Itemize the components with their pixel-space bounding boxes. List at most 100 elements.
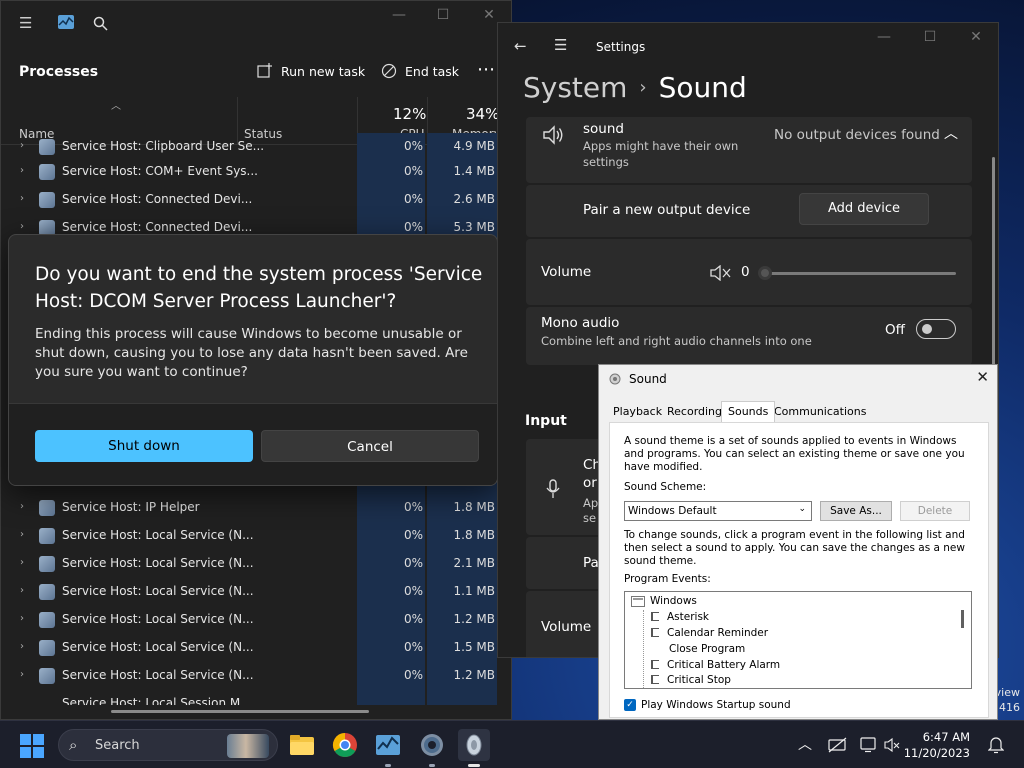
process-memory: 1.2 MB bbox=[427, 606, 497, 634]
close-icon[interactable]: ✕ bbox=[956, 29, 996, 49]
process-name: Service Host: IP Helper bbox=[62, 500, 200, 514]
output-status: No output devices found bbox=[774, 127, 940, 143]
tab-playback[interactable]: Playback bbox=[613, 405, 662, 418]
file-explorer-icon[interactable] bbox=[286, 729, 318, 761]
expand-chevron-icon[interactable]: › bbox=[20, 140, 24, 151]
expand-chevron-icon[interactable]: › bbox=[20, 193, 24, 204]
table-row[interactable]: › Service Host: Local Service (N... 0% 1… bbox=[1, 522, 501, 550]
checkmark-icon: ✓ bbox=[624, 699, 636, 711]
add-device-button[interactable]: Add device bbox=[799, 193, 929, 225]
taskbar-search-box[interactable]: ⌕ Search bbox=[58, 729, 278, 761]
input-device-subtitle-line2: se bbox=[583, 511, 597, 525]
sound-app-taskbar-icon[interactable] bbox=[458, 729, 490, 767]
table-row[interactable]: › Service Host: Local Service (N... 0% 1… bbox=[1, 662, 501, 690]
back-arrow-icon[interactable]: ← bbox=[514, 37, 527, 55]
save-as-button[interactable]: Save As... bbox=[820, 501, 892, 521]
network-disconnected-icon[interactable] bbox=[828, 737, 848, 753]
list-item[interactable]: Critical Battery Alarm bbox=[651, 659, 780, 671]
hamburger-menu-icon[interactable]: ☰ bbox=[19, 14, 32, 32]
expand-chevron-icon[interactable]: › bbox=[20, 221, 24, 232]
expand-chevron-icon[interactable]: › bbox=[20, 529, 24, 540]
list-item[interactable]: Windows bbox=[650, 595, 697, 607]
table-row[interactable]: › Service Host: Clipboard User Se... 0% … bbox=[1, 133, 501, 161]
table-row[interactable]: › Service Host: Local Service (N... 0% 1… bbox=[1, 578, 501, 606]
list-item[interactable]: Asterisk bbox=[651, 611, 709, 623]
maximize-icon[interactable]: ☐ bbox=[423, 7, 463, 27]
system-clock[interactable]: 6:47 AM 11/20/2023 bbox=[890, 729, 970, 761]
expand-chevron-icon[interactable]: › bbox=[20, 669, 24, 680]
maximize-icon[interactable]: ☐ bbox=[910, 29, 950, 49]
tab-recording[interactable]: Recording bbox=[667, 405, 722, 418]
input-device-title-line2: or bbox=[583, 475, 597, 491]
cancel-button[interactable]: Cancel bbox=[261, 430, 479, 462]
vertical-scrollbar[interactable] bbox=[992, 157, 995, 367]
windows-folder-icon bbox=[631, 596, 645, 607]
chevron-up-icon[interactable]: ︿ bbox=[944, 123, 958, 143]
task-manager-taskbar-icon[interactable] bbox=[372, 729, 404, 767]
more-options-icon[interactable]: ⋯ bbox=[477, 59, 495, 80]
list-item[interactable]: Calendar Reminder bbox=[651, 627, 768, 639]
output-device-card[interactable]: sound Apps might have their own settings… bbox=[526, 117, 972, 183]
shut-down-button[interactable]: Shut down bbox=[35, 430, 253, 462]
event-name: Critical Stop bbox=[667, 674, 731, 686]
windows-start-icon[interactable] bbox=[20, 734, 44, 758]
process-memory: 1.8 MB bbox=[427, 494, 497, 522]
display-icon[interactable] bbox=[860, 737, 880, 753]
process-cpu: 0% bbox=[357, 494, 425, 522]
list-item-selected[interactable]: Critical Stop bbox=[651, 674, 731, 686]
table-row[interactable]: Service Host: Local Session M... bbox=[1, 690, 501, 705]
process-cpu: 0% bbox=[357, 186, 425, 214]
running-indicator bbox=[385, 764, 391, 767]
sort-up-icon: ︿ bbox=[111, 101, 121, 112]
expand-chevron-icon[interactable]: › bbox=[20, 165, 24, 176]
volume-slider-track[interactable] bbox=[764, 272, 956, 275]
mono-audio-toggle[interactable] bbox=[916, 319, 956, 339]
process-name: Service Host: Local Service (N... bbox=[62, 612, 254, 626]
process-memory: 1.2 MB bbox=[427, 662, 497, 690]
expand-chevron-icon[interactable]: › bbox=[20, 585, 24, 596]
startup-sound-checkbox[interactable]: ✓ Play Windows Startup sound bbox=[624, 699, 791, 711]
list-scrollbar-thumb[interactable] bbox=[961, 610, 964, 628]
chevron-down-icon: ⌄ bbox=[798, 504, 806, 514]
settings-gear-icon[interactable] bbox=[416, 729, 448, 767]
hamburger-menu-icon[interactable]: ☰ bbox=[554, 36, 567, 54]
show-hidden-icons-chevron-icon[interactable]: ︿ bbox=[798, 734, 812, 754]
service-gear-icon bbox=[39, 584, 55, 600]
active-indicator bbox=[468, 764, 480, 767]
expand-chevron-icon[interactable]: › bbox=[20, 641, 24, 652]
tab-sounds[interactable]: Sounds bbox=[721, 401, 776, 422]
horizontal-scrollbar[interactable] bbox=[111, 710, 369, 713]
breadcrumb-system[interactable]: System bbox=[523, 71, 627, 104]
table-row[interactable]: › Service Host: IP Helper 0% 1.8 MB bbox=[1, 494, 501, 522]
delete-button[interactable]: Delete bbox=[900, 501, 970, 521]
program-events-list[interactable]: Windows Asterisk Calendar Reminder Close… bbox=[624, 591, 972, 689]
tab-communications[interactable]: Communications bbox=[774, 405, 866, 418]
sound-scheme-label: Sound Scheme: bbox=[624, 481, 707, 493]
table-row[interactable]: › Service Host: COM+ Event Sys... 0% 1.4… bbox=[1, 158, 501, 186]
volume-value: 0 bbox=[741, 264, 750, 280]
table-row[interactable]: › Service Host: Connected Devi... 0% 2.6… bbox=[1, 186, 501, 214]
close-icon[interactable]: ✕ bbox=[976, 368, 989, 386]
settings-title: Settings bbox=[596, 40, 646, 54]
notification-bell-icon[interactable] bbox=[988, 736, 1004, 754]
table-row[interactable]: › Service Host: Local Service (N... 0% 2… bbox=[1, 550, 501, 578]
process-name: Service Host: Local Service (N... bbox=[62, 640, 254, 654]
service-gear-icon bbox=[39, 556, 55, 572]
search-icon[interactable] bbox=[93, 16, 108, 31]
table-row[interactable]: › Service Host: Local Service (N... 0% 1… bbox=[1, 606, 501, 634]
expand-chevron-icon[interactable]: › bbox=[20, 557, 24, 568]
sound-scheme-select[interactable]: Windows Default ⌄ bbox=[624, 501, 812, 521]
volume-slider-thumb[interactable] bbox=[758, 266, 772, 280]
chrome-icon[interactable] bbox=[329, 729, 361, 761]
list-item[interactable]: Close Program bbox=[669, 643, 745, 655]
expand-chevron-icon[interactable]: › bbox=[20, 501, 24, 512]
dialog-footer: Shut down Cancel bbox=[9, 403, 497, 485]
expand-chevron-icon[interactable]: › bbox=[20, 613, 24, 624]
end-task-button[interactable]: End task bbox=[381, 63, 459, 79]
minimize-icon[interactable]: — bbox=[379, 7, 419, 27]
mute-speaker-icon[interactable] bbox=[710, 265, 732, 281]
mono-audio-subtitle: Combine left and right audio channels in… bbox=[541, 334, 812, 348]
minimize-icon[interactable]: — bbox=[864, 29, 904, 49]
run-new-task-button[interactable]: Run new task bbox=[257, 63, 365, 79]
table-row[interactable]: › Service Host: Local Service (N... 0% 1… bbox=[1, 634, 501, 662]
